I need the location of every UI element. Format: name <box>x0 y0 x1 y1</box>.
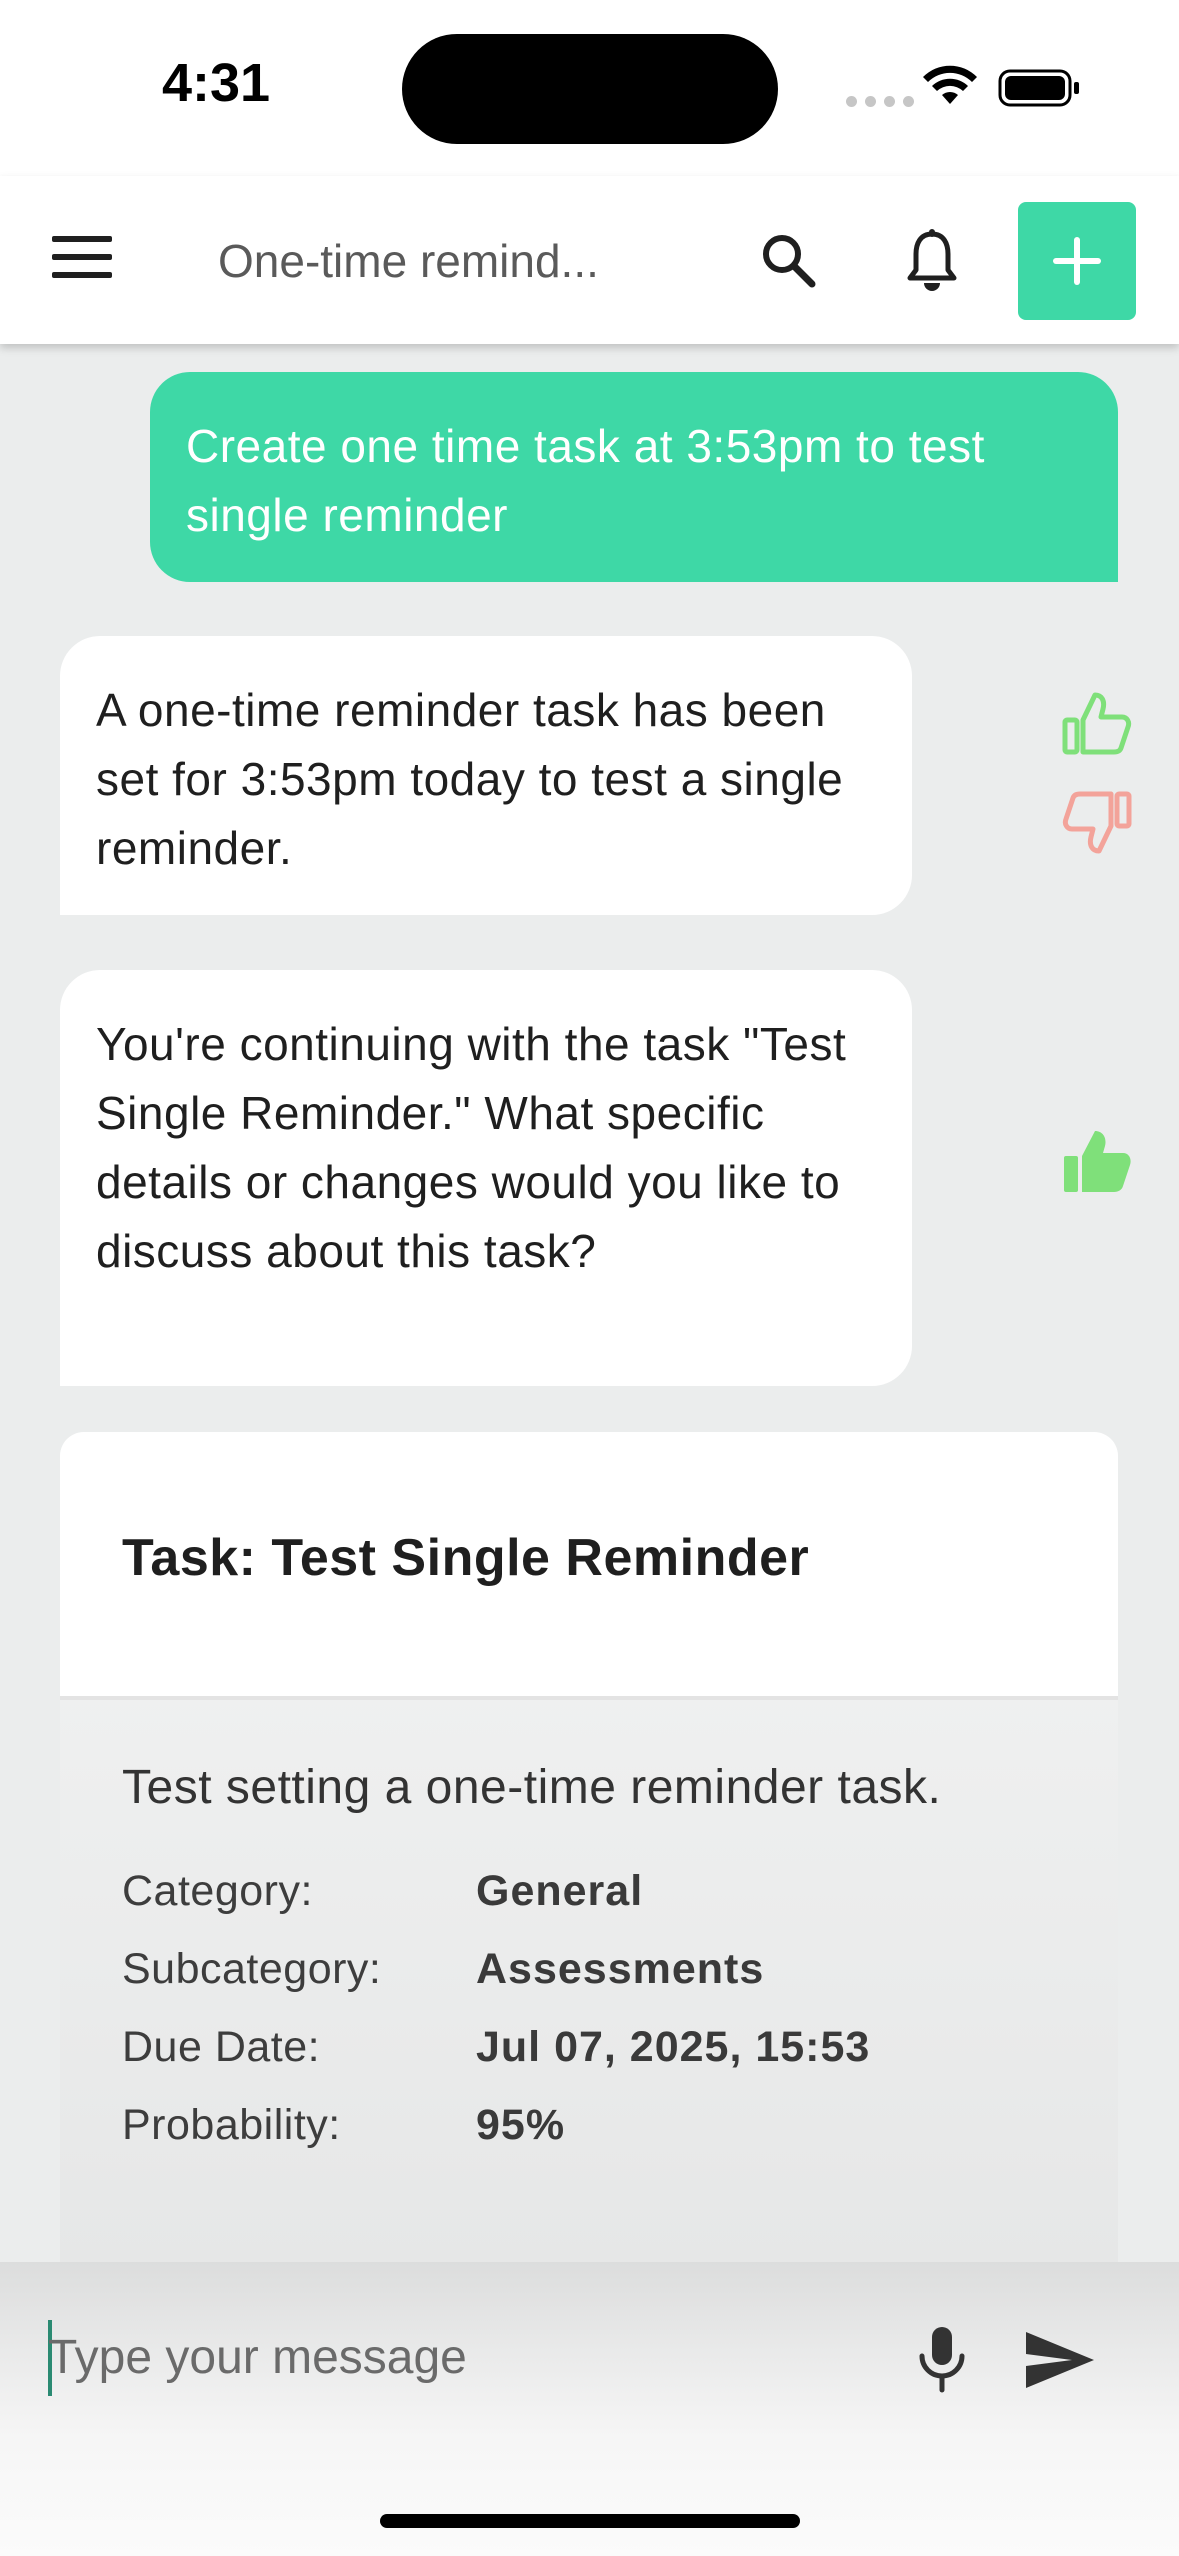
user-message: Create one time task at 3:53pm to test s… <box>150 372 1118 582</box>
status-time: 4:31 <box>162 53 271 113</box>
wifi-icon <box>923 65 977 104</box>
search-icon[interactable] <box>758 230 818 290</box>
task-field-value: Jul 07, 2025, 15:53 <box>476 2022 871 2071</box>
new-chat-button[interactable] <box>1018 202 1136 320</box>
message-input[interactable] <box>48 2312 848 2402</box>
app-bar: One-time remind... <box>0 176 1179 344</box>
task-title: Task: Test Single Reminder <box>122 1529 810 1587</box>
task-card[interactable]: Task: Test Single Reminder Test setting … <box>60 1432 1118 2262</box>
cellular-signal-icon <box>846 96 914 107</box>
home-indicator[interactable] <box>380 2514 800 2528</box>
task-field-row: Subcategory: Assessments <box>122 1930 1056 2008</box>
conversation-title: One-time remind... <box>218 235 599 287</box>
dynamic-island <box>402 34 778 144</box>
task-field-label: Category: <box>122 1866 313 1915</box>
thumbs-up-icon[interactable] <box>1062 690 1132 756</box>
thumbs-down-icon[interactable] <box>1062 790 1132 856</box>
status-bar: 4:31 <box>0 0 1179 176</box>
task-field-value: Assessments <box>476 1944 765 1993</box>
task-field-label: Due Date: <box>122 2022 321 2071</box>
assistant-message: A one-time reminder task has been set fo… <box>60 636 912 915</box>
message-composer <box>0 2262 1179 2556</box>
task-field-label: Subcategory: <box>122 1944 382 1993</box>
task-card-header: Task: Test Single Reminder <box>60 1432 1118 1700</box>
task-card-body: Test setting a one-time reminder task. C… <box>60 1700 1118 2164</box>
task-field-row: Due Date: Jul 07, 2025, 15:53 <box>122 2008 1056 2086</box>
menu-icon[interactable] <box>52 236 112 286</box>
assistant-message: You're continuing with the task "Test Si… <box>60 970 912 1386</box>
task-field-value: 95% <box>476 2100 566 2149</box>
microphone-icon[interactable] <box>914 2324 970 2394</box>
bell-icon[interactable] <box>902 228 962 294</box>
task-field-label: Probability: <box>122 2100 341 2149</box>
send-icon[interactable] <box>1024 2328 1096 2392</box>
battery-icon <box>998 69 1079 107</box>
task-description: Test setting a one-time reminder task. <box>122 1761 942 1814</box>
task-field-value: General <box>476 1866 644 1915</box>
task-field-row: Category: General <box>122 1852 1056 1930</box>
thumbs-up-filled-icon[interactable] <box>1062 1128 1132 1194</box>
plus-icon <box>1053 237 1101 285</box>
task-field-row: Probability: 95% <box>122 2086 1056 2164</box>
